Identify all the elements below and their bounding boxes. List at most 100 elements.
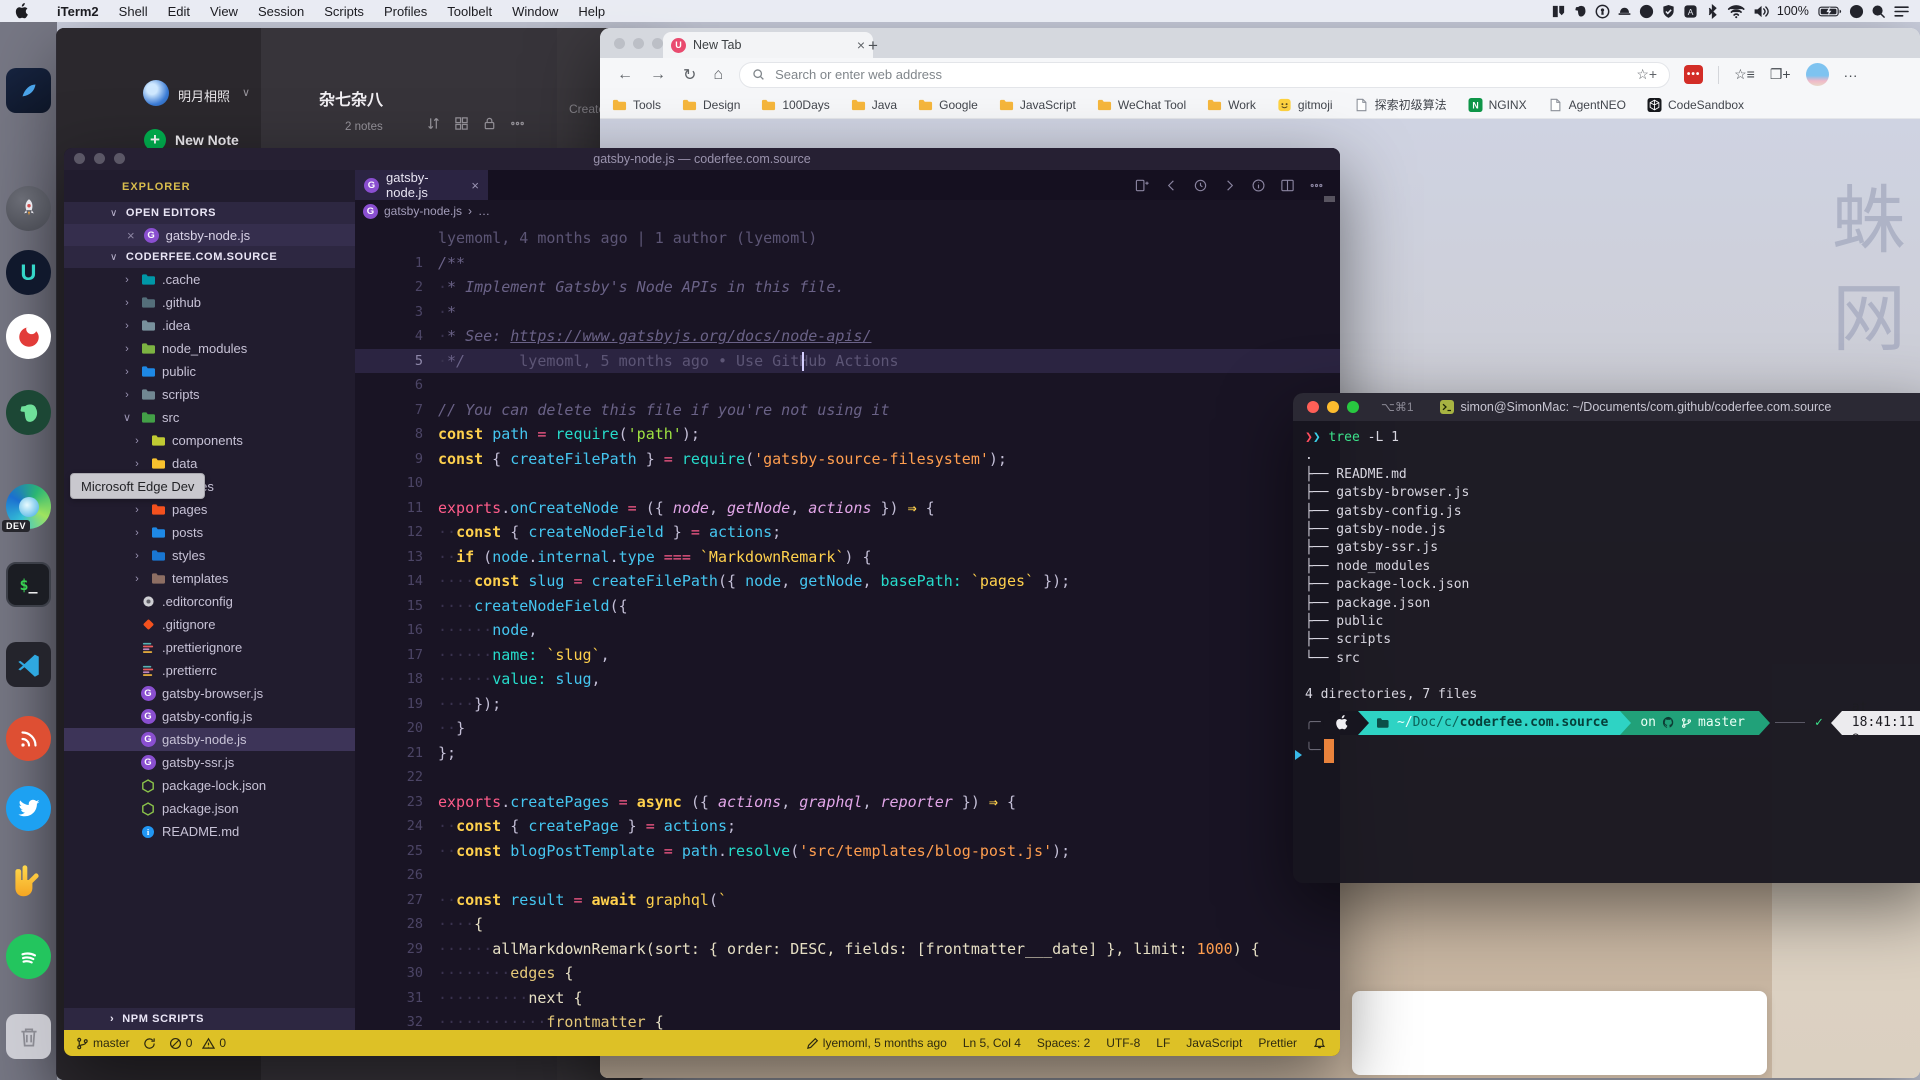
bookmark-AgentNEO[interactable]: AgentNEO bbox=[1548, 98, 1626, 112]
sync-button[interactable] bbox=[143, 1037, 156, 1050]
tree-item-.gitignore[interactable]: .gitignore bbox=[64, 613, 355, 636]
tree-item-node_modules[interactable]: ›node_modules bbox=[64, 337, 355, 360]
bookmark-探索初级算法[interactable]: 探索初级算法 bbox=[1354, 96, 1447, 113]
split-editor-icon[interactable] bbox=[1280, 178, 1295, 193]
collections-icon[interactable]: ❐+ bbox=[1770, 66, 1791, 83]
tree-item-src[interactable]: ∨src bbox=[64, 406, 355, 429]
info-icon[interactable] bbox=[1251, 178, 1266, 193]
open-changes-icon[interactable] bbox=[1135, 178, 1150, 193]
tree-item-package-lock.json[interactable]: package-lock.json bbox=[64, 774, 355, 797]
status-lyemoml-5-months-ago[interactable]: lyemoml, 5 months ago bbox=[806, 1036, 947, 1050]
tree-item-data[interactable]: ›data bbox=[64, 452, 355, 475]
menu-session[interactable]: Session bbox=[248, 4, 314, 19]
project-section[interactable]: ∨CODERFEE.COM.SOURCE bbox=[64, 246, 355, 268]
breadcrumb-file[interactable]: gatsby-node.js bbox=[384, 204, 462, 218]
more-actions-icon[interactable] bbox=[1309, 178, 1324, 193]
evernote-icon[interactable] bbox=[1573, 4, 1588, 19]
open-editor-item[interactable]: × G gatsby-node.js bbox=[64, 224, 355, 246]
more-options-icon[interactable] bbox=[510, 116, 525, 136]
dock-iterm[interactable]: $_ bbox=[6, 562, 51, 607]
volume-icon[interactable] bbox=[1753, 4, 1770, 19]
dock-dark-blue-app[interactable] bbox=[6, 68, 51, 113]
dock-evernote[interactable] bbox=[6, 390, 51, 435]
forward-icon[interactable]: → bbox=[650, 66, 666, 84]
wifi-icon[interactable] bbox=[1727, 4, 1745, 19]
tab-close-icon[interactable]: × bbox=[471, 178, 479, 193]
breadcrumb-symbol[interactable]: … bbox=[478, 204, 490, 218]
new-tab-button[interactable]: + bbox=[868, 36, 878, 56]
tree-item-public[interactable]: ›public bbox=[64, 360, 355, 383]
address-input[interactable] bbox=[773, 66, 1628, 83]
git-branch-indicator[interactable]: master bbox=[76, 1036, 130, 1050]
window-tiles-icon[interactable] bbox=[1551, 4, 1566, 19]
grid-view-icon[interactable] bbox=[454, 116, 469, 136]
open-editors-section[interactable]: ∨OPEN EDITORS bbox=[64, 202, 355, 224]
onepassword-icon[interactable] bbox=[1595, 4, 1610, 19]
bookmark-Design[interactable]: Design bbox=[682, 98, 740, 112]
npm-scripts-section[interactable]: ›NPM SCRIPTS bbox=[64, 1008, 355, 1030]
hat-icon[interactable] bbox=[1617, 4, 1632, 19]
tree-item-styles[interactable]: ›styles bbox=[64, 544, 355, 567]
window-minimize-button[interactable] bbox=[94, 153, 105, 164]
tree-item-.idea[interactable]: ›.idea bbox=[64, 314, 355, 337]
lock-icon[interactable] bbox=[482, 116, 497, 136]
menu-help[interactable]: Help bbox=[568, 4, 615, 19]
window-close-button[interactable] bbox=[1307, 401, 1319, 413]
tree-item-.prettierignore[interactable]: .prettierignore bbox=[64, 636, 355, 659]
bookmark-Work[interactable]: Work bbox=[1207, 98, 1256, 112]
tree-item-gatsby-ssr.js[interactable]: Ggatsby-ssr.js bbox=[64, 751, 355, 774]
sort-icon[interactable] bbox=[426, 116, 441, 136]
tree-item-.github[interactable]: ›.github bbox=[64, 291, 355, 314]
back-icon[interactable]: ← bbox=[617, 66, 633, 84]
address-bar[interactable]: ☆+ bbox=[739, 62, 1670, 88]
window-zoom-button[interactable] bbox=[1347, 401, 1359, 413]
bluetooth-icon[interactable] bbox=[1705, 4, 1720, 19]
tree-item-posts[interactable]: ›posts bbox=[64, 521, 355, 544]
status-bell-icon[interactable] bbox=[1313, 1037, 1326, 1050]
tree-item-components[interactable]: ›components bbox=[64, 429, 355, 452]
bookmark-NGINX[interactable]: NNGINX bbox=[1468, 98, 1527, 112]
tree-item-.prettierrc[interactable]: .prettierrc bbox=[64, 659, 355, 682]
menu-profiles[interactable]: Profiles bbox=[374, 4, 437, 19]
editor-tab[interactable]: G gatsby-node.js × bbox=[355, 170, 488, 200]
problems-indicator[interactable]: 0 0 bbox=[169, 1036, 226, 1050]
spotlight-search-icon[interactable] bbox=[1871, 4, 1886, 19]
tree-item-gatsby-browser.js[interactable]: Ggatsby-browser.js bbox=[64, 682, 355, 705]
dock-music-app[interactable] bbox=[6, 934, 51, 979]
chevron-down-icon[interactable]: ∨ bbox=[242, 86, 250, 99]
window-zoom-button[interactable] bbox=[652, 38, 663, 49]
tree-item-.editorconfig[interactable]: .editorconfig bbox=[64, 590, 355, 613]
dock-hand-app[interactable] bbox=[6, 858, 51, 903]
status-lf[interactable]: LF bbox=[1156, 1036, 1170, 1050]
tree-item-gatsby-node.js[interactable]: Ggatsby-node.js bbox=[64, 728, 355, 751]
editor-scrollbar[interactable] bbox=[1324, 196, 1335, 202]
dock-trash[interactable] bbox=[6, 1014, 51, 1059]
tree-item-README.md[interactable]: iREADME.md bbox=[64, 820, 355, 843]
tree-item-scripts[interactable]: ›scripts bbox=[64, 383, 355, 406]
add-favorite-icon[interactable]: ☆+ bbox=[1636, 66, 1657, 83]
status-spaces-2[interactable]: Spaces: 2 bbox=[1037, 1036, 1090, 1050]
lastpass-extension-icon[interactable]: ••• bbox=[1684, 65, 1703, 84]
browser-tab[interactable]: U New Tab × bbox=[663, 32, 873, 58]
bookmark-CodeSandbox[interactable]: CodeSandbox bbox=[1647, 98, 1744, 112]
status-javascript[interactable]: JavaScript bbox=[1186, 1036, 1242, 1050]
browser-menu-icon[interactable]: ··· bbox=[1844, 67, 1858, 83]
window-minimize-button[interactable] bbox=[1327, 401, 1339, 413]
status-prettier[interactable]: Prettier bbox=[1258, 1036, 1297, 1050]
bookmark-WeChat Tool[interactable]: WeChat Tool bbox=[1097, 98, 1186, 112]
tree-item-pages[interactable]: ›pages bbox=[64, 498, 355, 521]
bookmark-Tools[interactable]: Tools bbox=[612, 98, 661, 112]
bookmark-Google[interactable]: Google bbox=[918, 98, 978, 112]
profile-avatar[interactable] bbox=[1806, 63, 1829, 86]
apple-menu-icon[interactable] bbox=[14, 3, 29, 19]
menu-toolbelt[interactable]: Toolbelt bbox=[437, 4, 502, 19]
close-icon[interactable]: × bbox=[127, 228, 135, 243]
dock-vscode[interactable] bbox=[6, 642, 51, 687]
tree-item-.cache[interactable]: ›.cache bbox=[64, 268, 355, 291]
dock-twitter[interactable] bbox=[6, 786, 51, 831]
window-zoom-button[interactable] bbox=[114, 153, 125, 164]
tree-item-gatsby-config.js[interactable]: Ggatsby-config.js bbox=[64, 705, 355, 728]
reload-icon[interactable]: ↻ bbox=[683, 65, 696, 85]
tree-item-package.json[interactable]: package.json bbox=[64, 797, 355, 820]
dock-reeder-rss[interactable] bbox=[6, 716, 51, 761]
